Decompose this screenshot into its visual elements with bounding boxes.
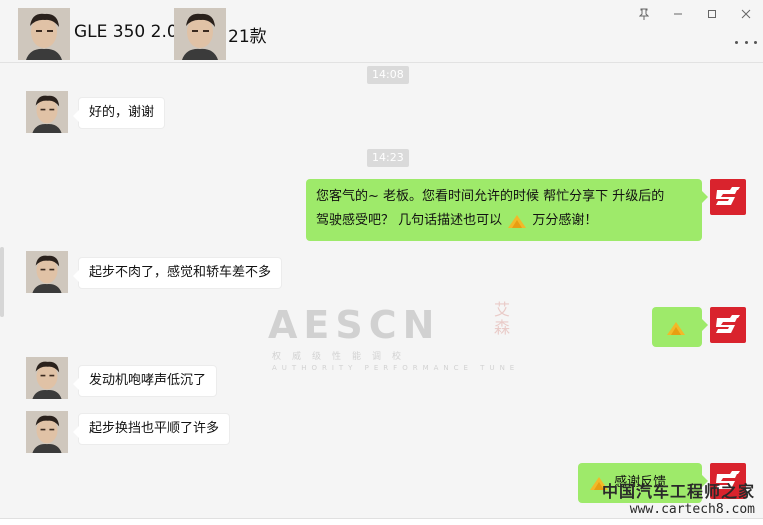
my-avatar[interactable] xyxy=(710,463,746,499)
thumbs-up-icon xyxy=(667,321,685,335)
input-area-edge[interactable] xyxy=(0,518,763,525)
my-avatar[interactable] xyxy=(710,179,746,215)
timestamp: 14:08 xyxy=(367,66,409,84)
minimize-icon[interactable] xyxy=(661,0,695,28)
incoming-message[interactable]: 起步不肉了，感觉和轿车差不多 xyxy=(72,257,283,289)
close-icon[interactable] xyxy=(729,0,763,28)
more-options-icon[interactable] xyxy=(735,34,757,50)
sender-avatar[interactable] xyxy=(26,411,68,453)
thumbs-up-icon xyxy=(508,214,527,228)
sender-avatar[interactable] xyxy=(26,357,68,399)
outgoing-message[interactable] xyxy=(652,307,708,347)
incoming-message[interactable]: 好的，谢谢 xyxy=(72,97,166,129)
aescn-watermark: AESCN 艾森 权威级性能调校 AUTHORITY PERFORMANCE T… xyxy=(268,300,520,373)
thumbs-up-icon xyxy=(590,476,608,490)
maximize-icon[interactable] xyxy=(695,0,729,28)
incoming-message[interactable]: 发动机咆哮声低沉了 xyxy=(72,365,218,397)
pin-icon[interactable] xyxy=(627,0,661,28)
timestamp: 14:23 xyxy=(367,149,409,167)
message-line: 驾驶感受吧？ 几句话描述也可以 万分感谢！ xyxy=(316,213,598,228)
outgoing-message[interactable]: 感谢反馈 xyxy=(578,463,708,503)
chat-window: GLE 350 2.0 21款 AESCN 艾森 权威级性能调校 AUTHORI… xyxy=(0,0,763,525)
contact-avatar[interactable] xyxy=(18,8,70,60)
window-controls xyxy=(627,0,763,28)
message-list[interactable]: AESCN 艾森 权威级性能调校 AUTHORITY PERFORMANCE T… xyxy=(0,63,763,525)
message-line: 您客气的~ 老板。您看时间允许的时候 帮忙分享下 升级后的 xyxy=(316,189,665,204)
outgoing-message[interactable]: 您客气的~ 老板。您看时间允许的时候 帮忙分享下 升级后的 驾驶感受吧？ 几句话… xyxy=(306,179,708,241)
chat-header: GLE 350 2.0 21款 xyxy=(0,0,763,63)
chat-title-part2: 21款 xyxy=(228,27,267,47)
sender-avatar[interactable] xyxy=(26,251,68,293)
my-avatar[interactable] xyxy=(710,307,746,343)
contact-avatar-inline xyxy=(174,8,226,60)
incoming-message[interactable]: 起步换挡也平顺了许多 xyxy=(72,413,231,445)
scrollbar[interactable] xyxy=(0,247,4,317)
sender-avatar[interactable] xyxy=(26,91,68,133)
chat-title-part1: GLE 350 2.0 xyxy=(74,22,178,42)
